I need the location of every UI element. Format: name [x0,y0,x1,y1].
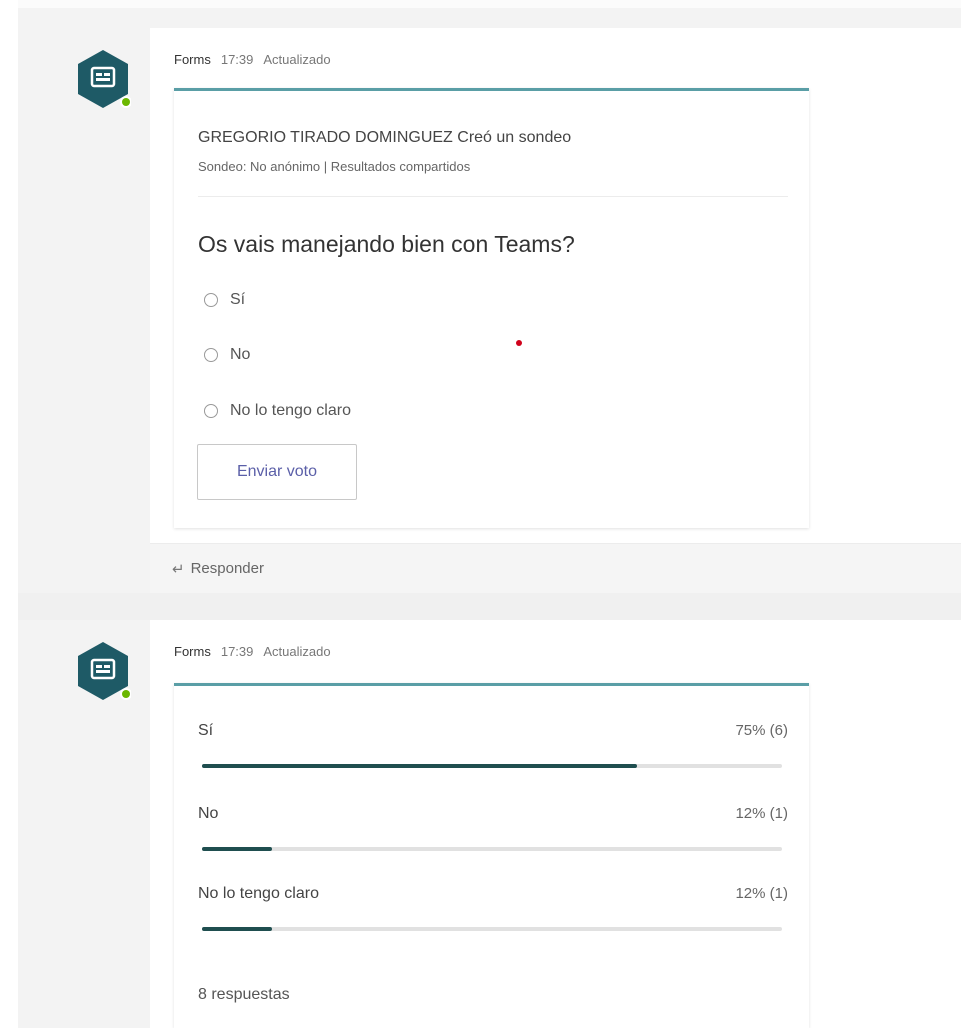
result-bar-fill [202,764,637,768]
reply-label[interactable]: Responder [191,560,264,577]
result-bar-track [202,764,782,768]
forms-app-icon [78,642,131,700]
poll-card: GREGORIO TIRADO DOMINGUEZ Creó un sondeo… [174,88,809,528]
send-vote-button[interactable]: Enviar voto [197,444,357,500]
radio-button[interactable] [204,348,218,362]
result-bar-fill [202,927,272,931]
frame-top [0,0,961,8]
poll-info: Sondeo: No anónimo | Resultados comparti… [198,159,471,174]
result-bar-track [202,927,782,931]
message-status: Actualizado [263,644,331,659]
poll-option-label: Sí [230,291,246,308]
frame-left [0,0,18,1028]
message-separator [18,593,961,620]
message-status: Actualizado [263,52,331,67]
poll-question: Os vais manejando bien con Teams? [198,231,575,257]
result-value: 12% (1) [735,885,788,902]
forms-app-icon [78,50,131,108]
message-time: 17:39 [220,52,254,67]
results-card: Sí 75% (6) No 12% (1) No lo tengo claro … [174,683,809,1028]
poll-option-si[interactable]: Sí [204,291,245,309]
result-value: 75% (6) [735,722,788,739]
poll-option-no-claro[interactable]: No lo tengo claro [204,402,351,420]
response-count: 8 respuestas [198,986,290,1003]
result-label: Sí [198,722,214,739]
sender-name[interactable]: Forms [174,644,211,659]
poll-message: Forms 17:39 Actualizado GREGORIO TIRADO … [150,28,961,543]
result-label: No [198,805,219,822]
forms-avatar[interactable] [75,48,131,110]
result-bar-track [202,847,782,851]
poll-option-label: No lo tengo claro [230,402,351,419]
results-message: Forms 17:39 Actualizado Sí 75% (6) No 12… [150,620,961,1028]
poll-divider [198,196,788,197]
poll-option-label: No [230,346,251,363]
radio-button[interactable] [204,293,218,307]
forms-avatar[interactable] [75,640,131,702]
radio-button[interactable] [204,404,218,418]
cursor-dot [516,340,522,346]
message-meta: Forms 17:39 Actualizado [174,52,331,67]
result-label: No lo tengo claro [198,885,319,902]
presence-available-icon [122,98,130,106]
result-bar-fill [202,847,272,851]
sender-name[interactable]: Forms [174,52,211,67]
result-value: 12% (1) [735,805,788,822]
poll-creator: GREGORIO TIRADO DOMINGUEZ Creó un sondeo [198,129,572,146]
poll-option-no[interactable]: No [204,346,250,364]
reply-arrow-icon: ↵ [172,560,185,578]
message-time: 17:39 [220,644,254,659]
presence-available-icon [122,690,130,698]
reply-bar[interactable]: ↵ Responder [150,543,961,593]
message-meta: Forms 17:39 Actualizado [174,644,331,659]
